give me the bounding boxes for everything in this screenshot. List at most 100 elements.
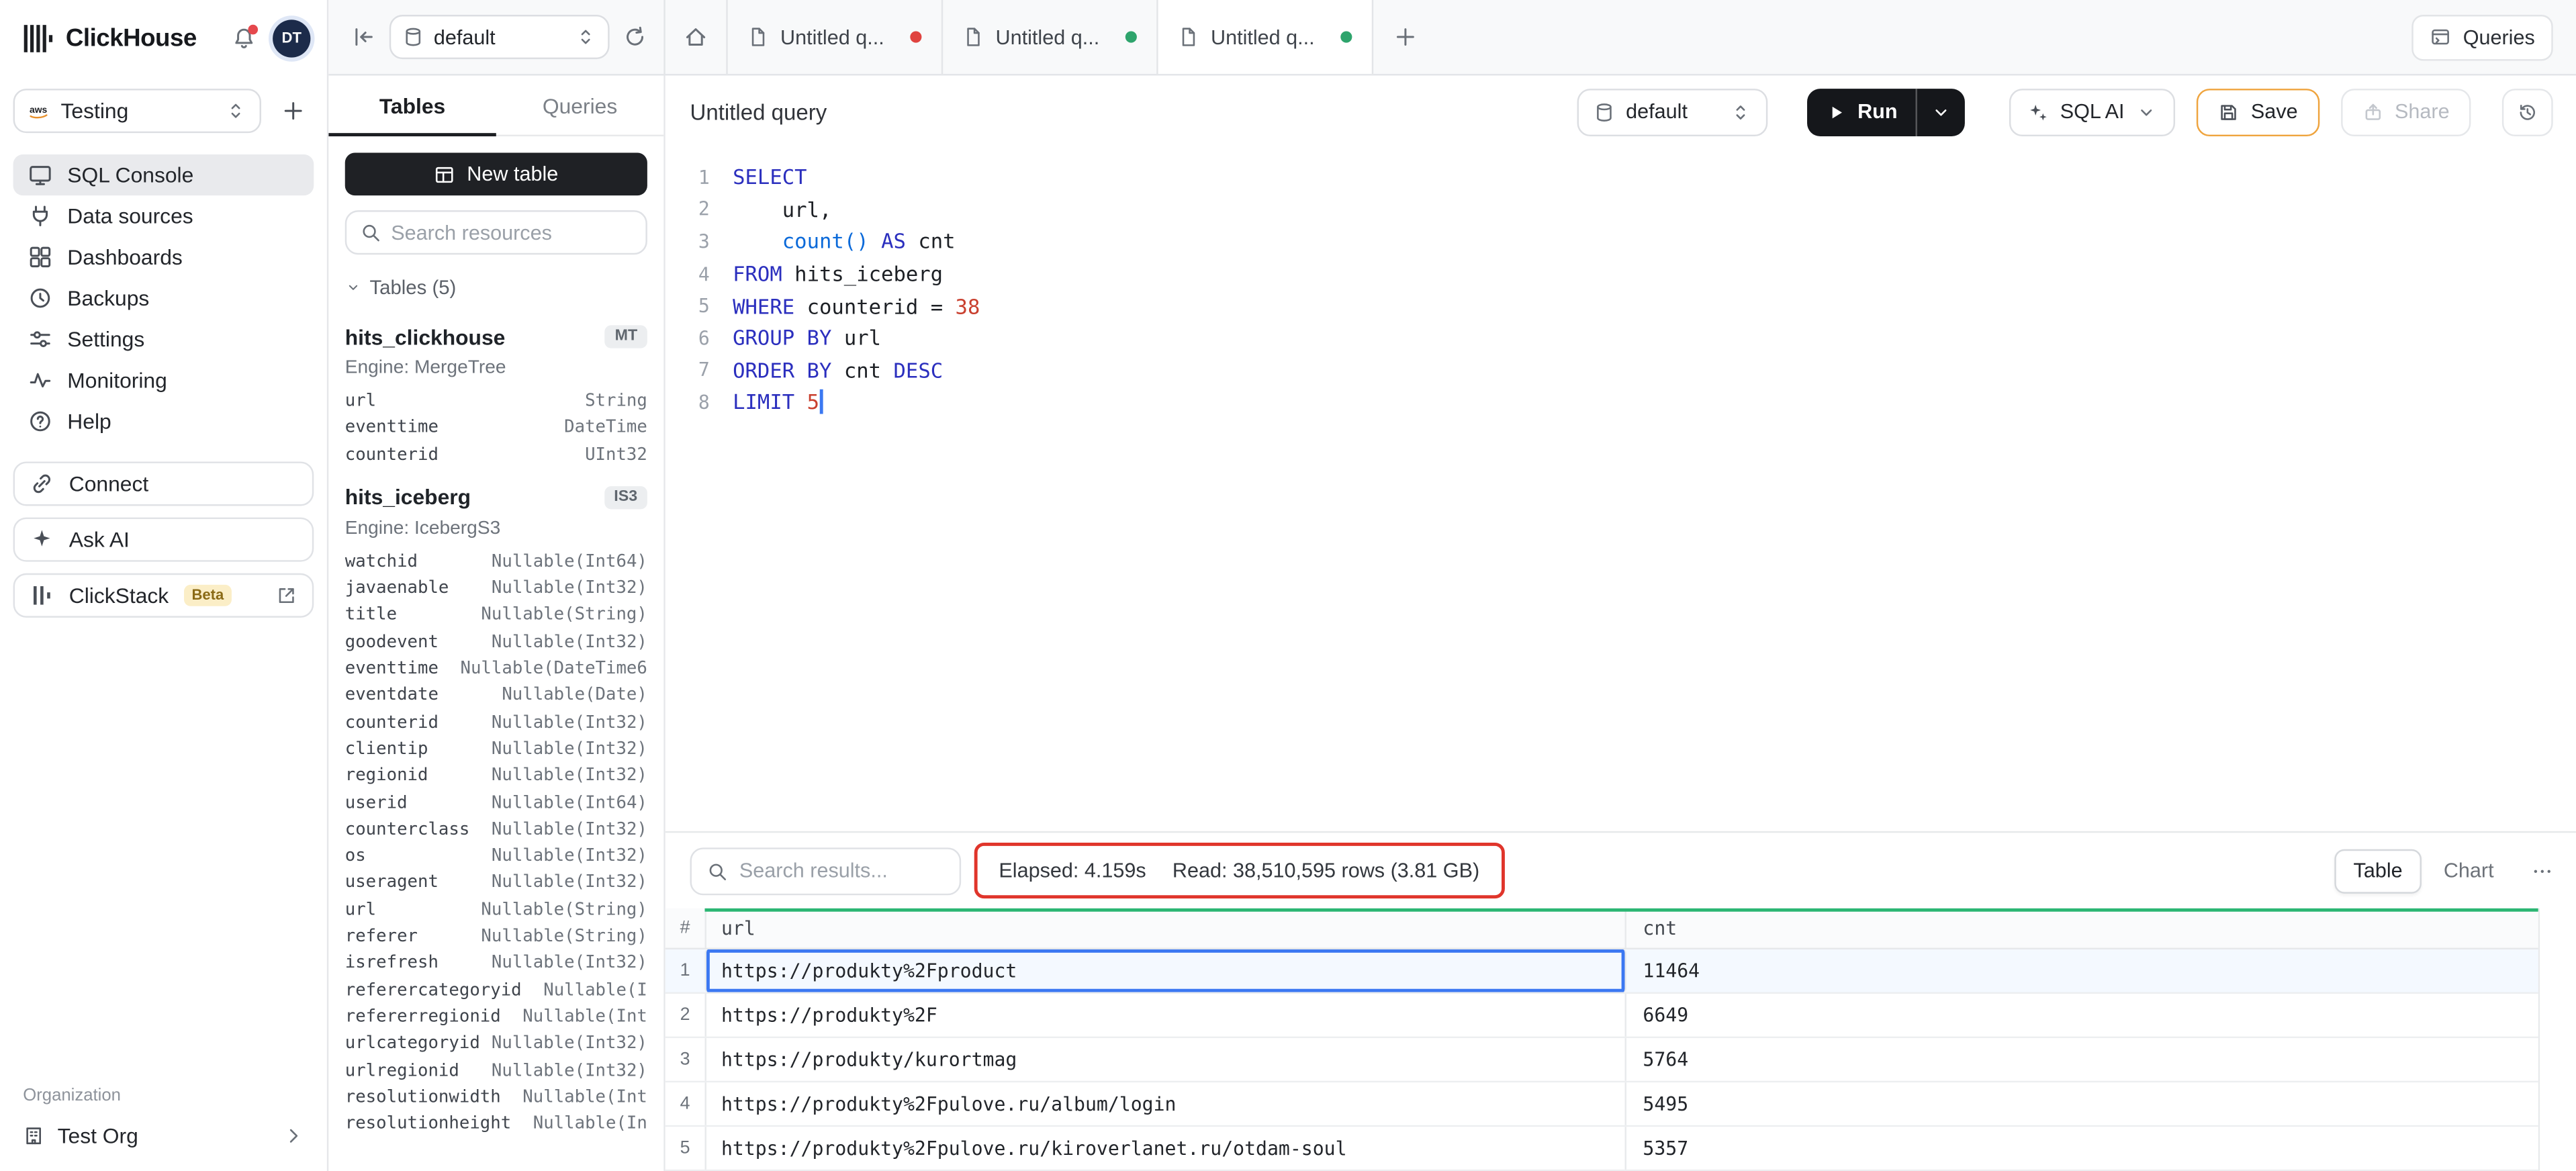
workspace-selector[interactable]: aws Testing <box>13 89 261 133</box>
code-line[interactable]: 2 url, <box>665 193 2576 226</box>
queries-button[interactable]: Queries <box>2412 14 2553 60</box>
column-header-cnt[interactable]: cnt <box>1626 908 2538 948</box>
queries-icon <box>2430 26 2452 48</box>
query-tab[interactable]: Untitled q... <box>943 0 1158 74</box>
sql-ai-button[interactable]: SQL AI <box>2009 88 2175 136</box>
column-name: title <box>345 602 397 629</box>
sidebar-secondary: Connect Ask AI ClickStackBeta <box>0 442 327 618</box>
editor-database-selector[interactable]: default <box>1577 88 1767 136</box>
resource-search[interactable] <box>345 210 647 254</box>
sidebar-item-data-sources[interactable]: Data sources <box>13 195 314 236</box>
cell-index[interactable]: 1 <box>665 961 705 980</box>
help-icon <box>28 409 53 434</box>
add-service-button[interactable] <box>271 89 314 132</box>
organization-selector[interactable]: Test Org <box>23 1123 304 1148</box>
sidebar-item-clickstack[interactable]: ClickStackBeta <box>13 573 314 618</box>
code-text: count() AS cnt <box>733 229 955 254</box>
sidebar-item-connect[interactable]: Connect <box>13 461 314 506</box>
cell-cnt[interactable]: 11464 <box>1626 949 2538 992</box>
cell-cnt[interactable]: 6649 <box>1626 994 2538 1037</box>
database-selector[interactable]: default <box>389 15 610 59</box>
logo-row: ClickHouse DT <box>0 0 327 76</box>
resource-tab-queries[interactable]: Queries <box>496 76 664 135</box>
new-table-button[interactable]: New table <box>345 153 647 196</box>
column-row: isrefreshNullable(Int32) <box>345 950 647 977</box>
cell-cnt[interactable]: 5764 <box>1626 1038 2538 1081</box>
results-search-input[interactable] <box>739 859 945 882</box>
column-type: Nullable(Int32) <box>492 1057 647 1084</box>
table-row[interactable]: 5https://produkty%2Fpulove.ru/kiroverlan… <box>665 1127 2538 1171</box>
column-name: clientip <box>345 736 428 763</box>
view-toggle-chart[interactable]: Chart <box>2426 849 2512 893</box>
column-name: goodevent <box>345 628 439 655</box>
code-line[interactable]: 5WHERE counterid = 38 <box>665 289 2576 322</box>
sql-console-icon <box>28 162 53 187</box>
column-type: Nullable(Int32) <box>492 736 647 763</box>
database-zone: default <box>328 0 665 74</box>
home-tab[interactable] <box>665 0 728 74</box>
sidebar-item-monitoring[interactable]: Monitoring <box>13 360 314 401</box>
run-button[interactable]: Run <box>1806 88 1965 136</box>
results-search[interactable] <box>690 847 961 894</box>
sidebar-item-dashboards[interactable]: Dashboards <box>13 236 314 277</box>
sql-editor[interactable]: 1SELECT2 url,3 count() AS cnt4FROM hits_… <box>665 148 2576 831</box>
tables-group-header[interactable]: Tables (5) <box>345 276 647 299</box>
resource-search-input[interactable] <box>391 221 633 244</box>
column-type: Nullable(String) <box>481 923 647 950</box>
query-tab[interactable]: Untitled q... <box>1158 0 1373 74</box>
sidebar-item-help[interactable]: Help <box>13 401 314 442</box>
code-line[interactable]: 6GROUP BY url <box>665 322 2576 354</box>
code-line[interactable]: 3 count() AS cnt <box>665 226 2576 258</box>
column-header-index[interactable]: # <box>665 919 705 938</box>
code-line[interactable]: 1SELECT <box>665 161 2576 193</box>
notifications-button[interactable] <box>232 26 257 50</box>
table-row[interactable]: 1https://produkty%2Fproduct11464 <box>665 949 2538 994</box>
cell-index[interactable]: 3 <box>665 1049 705 1069</box>
code-line[interactable]: 7ORDER BY cnt DESC <box>665 354 2576 386</box>
cell-url[interactable]: https://produkty%2Fpulove.ru/kiroverlane… <box>705 1127 1626 1170</box>
code-line[interactable]: 8LIMIT 5 <box>665 386 2576 418</box>
collapse-panel-icon[interactable] <box>352 25 377 50</box>
share-button-label: Share <box>2395 100 2450 123</box>
sidebar-item-settings[interactable]: Settings <box>13 319 314 360</box>
cell-cnt[interactable]: 5357 <box>1626 1127 2538 1170</box>
cell-index[interactable]: 5 <box>665 1138 705 1158</box>
table-entry-header[interactable]: hits_clickhouseMT <box>345 320 647 353</box>
save-button[interactable]: Save <box>2197 88 2319 136</box>
new-tab-button[interactable] <box>1373 0 1436 74</box>
cell-index[interactable]: 4 <box>665 1094 705 1113</box>
table-row[interactable]: 3https://produkty/kurortmag5764 <box>665 1038 2538 1082</box>
history-button[interactable] <box>2502 88 2553 136</box>
code-line[interactable]: 4FROM hits_iceberg <box>665 258 2576 290</box>
refresh-icon[interactable] <box>623 25 647 50</box>
sidebar-item-ask-ai[interactable]: Ask AI <box>13 518 314 562</box>
table-row[interactable]: 2https://produkty%2F6649 <box>665 994 2538 1038</box>
column-row: counteridNullable(Int32) <box>345 709 647 736</box>
table-entry-header[interactable]: hits_icebergIS3 <box>345 481 647 514</box>
cell-url[interactable]: https://produkty%2F <box>705 994 1626 1037</box>
user-avatar[interactable]: DT <box>273 19 310 56</box>
sidebar-item-backups[interactable]: Backups <box>13 277 314 318</box>
cell-url[interactable]: https://produkty%2Fpulove.ru/album/login <box>705 1082 1626 1125</box>
search-icon <box>360 222 381 243</box>
more-options-button[interactable] <box>2532 860 2553 882</box>
column-type: Nullable(In <box>533 1111 647 1137</box>
sidebar-item-sql-console[interactable]: SQL Console <box>13 154 314 195</box>
settings-icon <box>28 327 53 352</box>
cell-cnt[interactable]: 5495 <box>1626 1082 2538 1125</box>
selected-cell[interactable]: https://produkty%2Fproduct <box>705 949 1626 992</box>
run-button-main[interactable]: Run <box>1806 88 1915 136</box>
view-toggle-table[interactable]: Table <box>2334 849 2422 893</box>
run-options-button[interactable] <box>1917 88 1965 136</box>
cell-url[interactable]: https://produkty/kurortmag <box>705 1038 1626 1081</box>
table-entry: hits_icebergIS3Engine: IcebergS3watchidN… <box>345 481 647 1137</box>
clickhouse-logo-icon[interactable] <box>23 22 54 53</box>
resource-tab-tables[interactable]: Tables <box>328 76 496 135</box>
cell-index[interactable]: 2 <box>665 1005 705 1025</box>
monitoring-icon <box>28 368 53 393</box>
code-text: WHERE counterid = 38 <box>733 293 980 318</box>
table-row[interactable]: 4https://produkty%2Fpulove.ru/album/logi… <box>665 1082 2538 1127</box>
share-button[interactable]: Share <box>2340 88 2471 136</box>
query-tab[interactable]: Untitled q... <box>728 0 943 74</box>
column-header-url[interactable]: url <box>705 908 1626 948</box>
